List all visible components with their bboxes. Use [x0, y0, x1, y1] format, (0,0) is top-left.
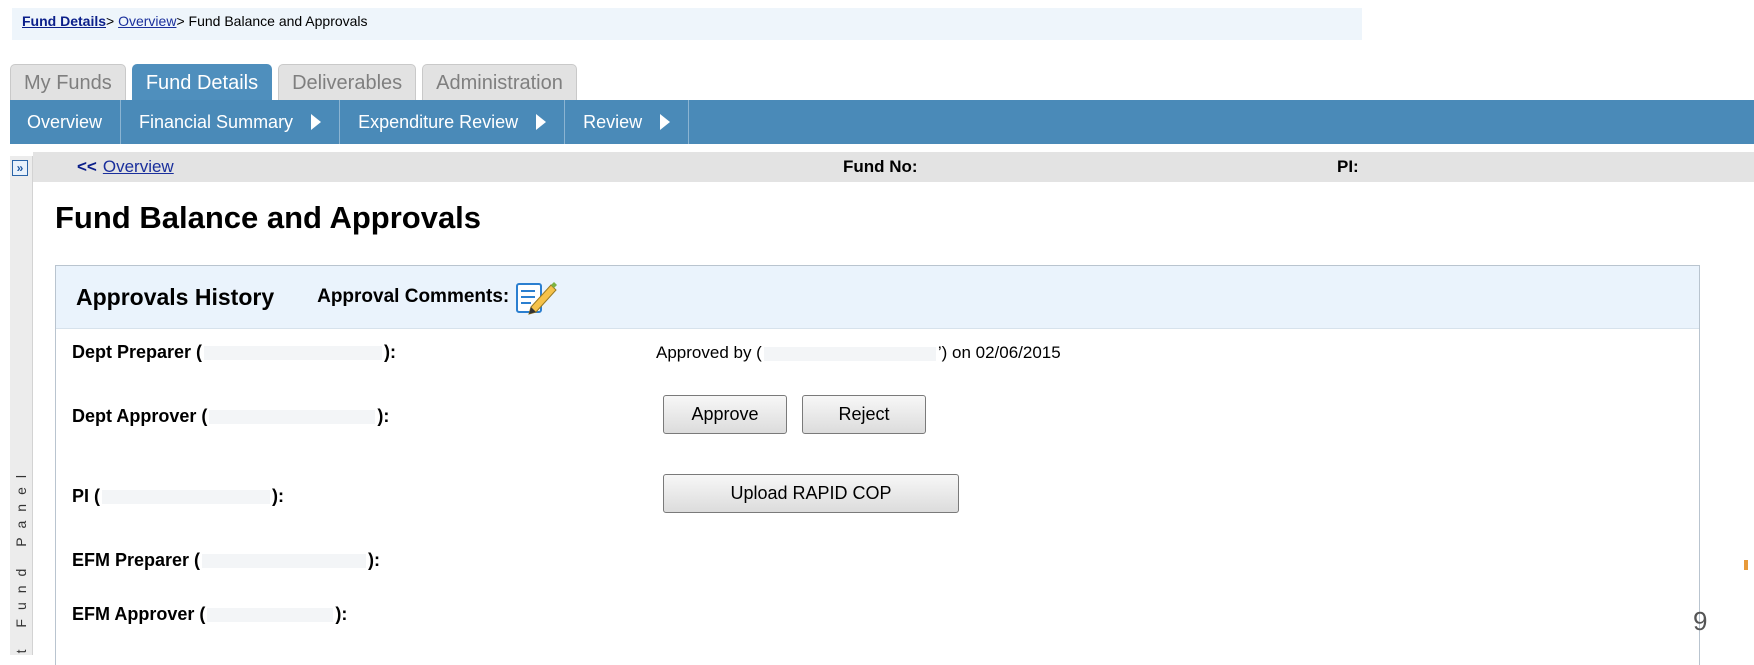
- approval-comments-label: Approval Comments:: [317, 286, 510, 307]
- fund-panel-label: t Fund Panel: [13, 465, 29, 653]
- back-overview-link[interactable]: Overview: [103, 157, 174, 176]
- efm-approver-label: EFM Approver (: [72, 604, 206, 624]
- efm-approver-row: EFM Approver ():: [72, 604, 347, 625]
- approvals-history-panel: Approvals History Approval Comments: Dep…: [55, 265, 1700, 665]
- sub-navigation: Overview Financial Summary Expenditure R…: [10, 100, 1754, 144]
- fund-header-row: << Overview Fund No: PI:: [33, 152, 1754, 182]
- efm-approver-close: ):: [335, 604, 348, 624]
- caret-right-icon[interactable]: [311, 114, 322, 130]
- subnav-review-label: Review: [583, 111, 643, 132]
- breadcrumb-current: Fund Balance and Approvals: [188, 13, 368, 29]
- efm-preparer-close: ):: [368, 550, 381, 570]
- subnav-review[interactable]: Review: [565, 100, 690, 144]
- subnav-financial-summary-label: Financial Summary: [139, 111, 294, 132]
- pi-row-close: ):: [272, 486, 285, 506]
- redacted-name: [763, 346, 936, 361]
- edge-marker: [1744, 560, 1748, 570]
- dept-approver-label: Dept Approver (: [72, 406, 208, 426]
- approved-by-label: Approved by (: [656, 343, 762, 362]
- tab-deliverables[interactable]: Deliverables: [278, 64, 417, 100]
- page-number: 9: [1693, 606, 1708, 636]
- redacted-name: [204, 346, 383, 361]
- double-chevron-right-icon[interactable]: »: [12, 160, 28, 176]
- approvals-title: Approvals History: [76, 283, 275, 310]
- caret-right-icon[interactable]: [660, 114, 671, 130]
- efm-preparer-row: EFM Preparer ():: [72, 550, 380, 571]
- dept-preparer-label: Dept Preparer (: [72, 342, 203, 362]
- pi-row: PI ():: [72, 486, 284, 507]
- redacted-name: [202, 554, 367, 569]
- breadcrumb-overview-link[interactable]: Overview: [118, 13, 176, 29]
- redacted-name: [209, 410, 376, 425]
- reject-button[interactable]: Reject: [802, 395, 926, 434]
- redacted-name: [102, 490, 271, 505]
- upload-rapid-cop-button[interactable]: Upload RAPID COP: [663, 474, 959, 513]
- subnav-expenditure-review[interactable]: Expenditure Review: [340, 100, 566, 144]
- tab-my-funds[interactable]: My Funds: [10, 64, 126, 100]
- caret-right-icon[interactable]: [536, 114, 547, 130]
- dept-approver-row: Dept Approver ():: [72, 406, 389, 427]
- subnav-overview[interactable]: Overview: [10, 100, 122, 144]
- redacted-name: [207, 608, 334, 623]
- tab-fund-details[interactable]: Fund Details: [131, 64, 273, 100]
- fund-number-label: Fund No:: [843, 157, 918, 176]
- pi-row-label: PI (: [72, 486, 101, 506]
- back-to-overview: << Overview: [77, 152, 174, 182]
- subnav-expenditure-review-label: Expenditure Review: [358, 111, 519, 132]
- breadcrumb-separator: >: [176, 13, 185, 29]
- subnav-financial-summary[interactable]: Financial Summary: [121, 100, 341, 144]
- breadcrumb: Fund Details> Overview> Fund Balance and…: [12, 8, 1362, 40]
- efm-preparer-label: EFM Preparer (: [72, 550, 201, 570]
- dept-preparer-row: Dept Preparer ():: [72, 342, 396, 363]
- fund-panel[interactable]: » t Fund Panel: [10, 156, 33, 655]
- tab-administration[interactable]: Administration: [422, 64, 577, 100]
- approvals-header: Approvals History Approval Comments:: [56, 266, 1699, 329]
- breadcrumb-separator: >: [106, 13, 115, 29]
- page-title: Fund Balance and Approvals: [55, 200, 482, 235]
- dept-preparer-status: Approved by ( ’) on 02/06/2015: [656, 343, 1061, 363]
- dept-preparer-close: ):: [384, 342, 397, 362]
- main-tabs: My Funds Fund Details Deliverables Admin…: [10, 64, 577, 100]
- dept-approver-close: ):: [377, 406, 390, 426]
- back-arrows: <<: [77, 157, 97, 176]
- approve-button[interactable]: Approve: [663, 395, 787, 434]
- pi-label: PI:: [1337, 157, 1359, 176]
- subnav-overview-label: Overview: [27, 111, 103, 132]
- breadcrumb-fund-details-link[interactable]: Fund Details: [22, 13, 106, 29]
- edit-note-icon[interactable]: [515, 279, 558, 315]
- approved-date: ’) on 02/06/2015: [937, 343, 1061, 362]
